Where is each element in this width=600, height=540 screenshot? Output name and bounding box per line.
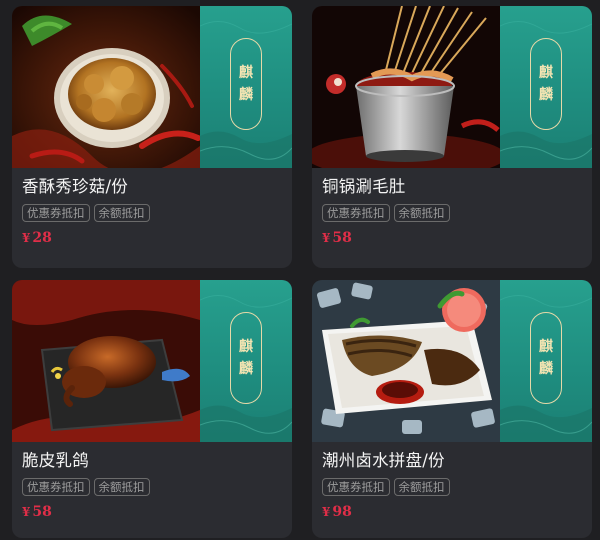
product-price: ¥58 (22, 502, 282, 522)
product-media: 麒 麟 (12, 6, 292, 168)
brand-panel: 麒 麟 (200, 280, 292, 442)
brand-logo: 麒 麟 (230, 312, 262, 404)
brand-panel: 麒 麟 (200, 6, 292, 168)
product-card-crispy-pigeon[interactable]: 麒 麟 脆皮乳鸽 优惠券抵扣 余额抵扣 ¥58 (12, 280, 292, 538)
brand-logo: 麒 麟 (530, 312, 562, 404)
product-price: ¥98 (322, 502, 582, 522)
product-tags: 优惠券抵扣 余额抵扣 (322, 478, 582, 496)
balance-tag: 余额抵扣 (393, 478, 450, 496)
product-media: 麒 麟 (312, 280, 592, 442)
product-card-braised-platter[interactable]: 麒 麟 潮州卤水拼盘/份 优惠券抵扣 余额抵扣 ¥98 (312, 280, 592, 538)
fried-mushroom-image (12, 6, 200, 168)
product-title: 香酥秀珍菇/份 (22, 177, 128, 196)
product-tags: 优惠券抵扣 余额抵扣 (22, 478, 282, 496)
coupon-tag: 优惠券抵扣 (322, 478, 390, 496)
brand-panel: 麒 麟 (500, 280, 592, 442)
braised-platter-image (312, 280, 500, 442)
price-value: 98 (332, 504, 352, 520)
product-title: 潮州卤水拼盘/份 (322, 451, 445, 470)
product-card-copper-pot[interactable]: 麒 麟 铜锅涮毛肚 优惠券抵扣 余额抵扣 ¥58 (312, 6, 592, 268)
copper-pot-skewers-image (312, 6, 500, 168)
product-photo (12, 280, 200, 442)
product-media: 麒 麟 (12, 280, 292, 442)
balance-tag: 余额抵扣 (93, 204, 150, 222)
currency-symbol: ¥ (322, 505, 331, 519)
product-tags: 优惠券抵扣 余额抵扣 (22, 204, 282, 222)
price-value: 28 (32, 230, 52, 246)
crispy-pigeon-image (12, 280, 200, 442)
brand-panel: 麒 麟 (500, 6, 592, 168)
product-grid: 麒 麟 香酥秀珍菇/份 优惠券抵扣 余额抵扣 ¥28 麒 麟 铜锅涮毛肚 优惠券… (0, 0, 600, 540)
coupon-tag: 优惠券抵扣 (22, 478, 90, 496)
balance-tag: 余额抵扣 (393, 204, 450, 222)
currency-symbol: ¥ (22, 231, 31, 245)
product-price: ¥58 (322, 228, 582, 248)
product-title: 铜锅涮毛肚 (322, 177, 406, 196)
product-photo (312, 6, 500, 168)
coupon-tag: 优惠券抵扣 (22, 204, 90, 222)
currency-symbol: ¥ (22, 505, 31, 519)
balance-tag: 余额抵扣 (93, 478, 150, 496)
product-photo (312, 280, 500, 442)
brand-logo: 麒 麟 (230, 38, 262, 130)
price-value: 58 (32, 504, 52, 520)
product-media: 麒 麟 (312, 6, 592, 168)
product-title: 脆皮乳鸽 (22, 451, 89, 470)
product-price: ¥28 (22, 228, 282, 248)
coupon-tag: 优惠券抵扣 (322, 204, 390, 222)
currency-symbol: ¥ (322, 231, 331, 245)
product-tags: 优惠券抵扣 余额抵扣 (322, 204, 582, 222)
product-card-fried-mushroom[interactable]: 麒 麟 香酥秀珍菇/份 优惠券抵扣 余额抵扣 ¥28 (12, 6, 292, 268)
price-value: 58 (332, 230, 352, 246)
product-photo (12, 6, 200, 168)
brand-logo: 麒 麟 (530, 38, 562, 130)
